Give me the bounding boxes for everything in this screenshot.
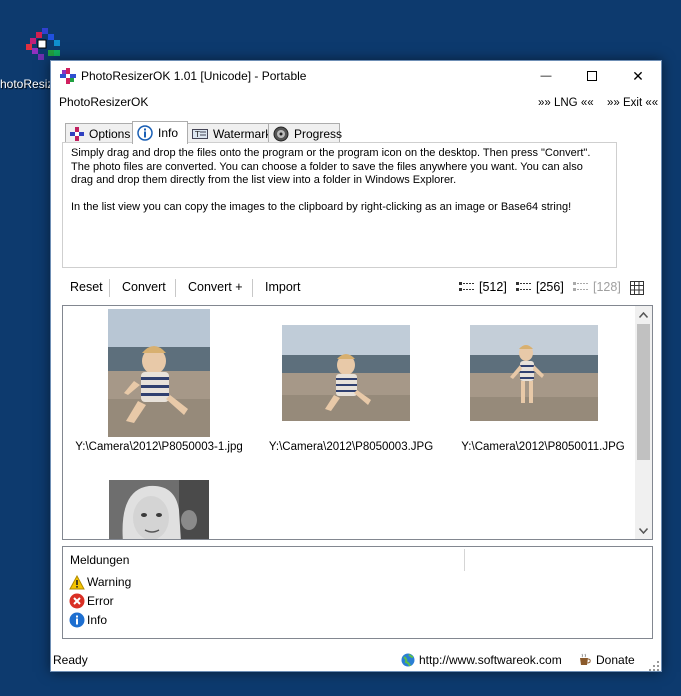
- tab-label: Watermark: [213, 127, 272, 141]
- messages-header: Meldungen: [70, 553, 130, 567]
- size-256-label: [256]: [536, 280, 564, 294]
- list-scrollbar[interactable]: [635, 306, 652, 539]
- photo-thumbnail: [282, 325, 410, 421]
- tab-label: Info: [158, 126, 179, 140]
- list-item[interactable]: Y:\Camera\2012\P8050003.JPG: [255, 306, 447, 476]
- app-icon: [60, 68, 76, 84]
- photo-thumbnail: [109, 480, 209, 539]
- messages-panel: Meldungen Warning Error Info: [62, 546, 653, 639]
- message-warning[interactable]: Warning: [69, 574, 131, 590]
- warning-label: Warning: [87, 575, 132, 589]
- resize-grip-icon[interactable]: [649, 661, 659, 671]
- toolbar-separator: [252, 279, 253, 297]
- toolbar-separator: [109, 279, 110, 297]
- tab-bar: Options Info T Watermark Progress: [65, 121, 343, 144]
- warning-icon: [69, 574, 85, 590]
- globe-icon: [401, 653, 415, 667]
- options-icon: [70, 126, 84, 142]
- reset-button[interactable]: Reset: [70, 280, 103, 294]
- window-title: PhotoResizerOK 1.01 [Unicode] - Portable: [81, 69, 307, 83]
- size-128-label: [128]: [593, 280, 621, 294]
- scroll-up-icon[interactable]: [635, 306, 652, 323]
- file-list-view[interactable]: Y:\Camera\2012\P8050003-1.jpg Y:\Camera\…: [62, 305, 653, 540]
- tab-watermark[interactable]: T Watermark: [187, 123, 272, 144]
- tab-options[interactable]: Options: [65, 123, 133, 144]
- photo-thumbnail: [108, 309, 210, 437]
- watermark-icon: T: [192, 126, 208, 142]
- import-button[interactable]: Import: [265, 280, 300, 294]
- info-label: Info: [87, 613, 108, 627]
- info-icon: [137, 125, 153, 141]
- tab-label: Options: [89, 127, 131, 141]
- tab-info[interactable]: Info: [132, 121, 188, 144]
- menu-app-name[interactable]: PhotoResizerOK: [59, 95, 148, 109]
- size-128-button[interactable]: [128]: [573, 280, 621, 294]
- thumbnail-size-icon: [516, 282, 531, 291]
- info-text: Simply drag and drop the files onto the …: [71, 147, 591, 213]
- file-name: Y:\Camera\2012\P8050003.JPG: [268, 441, 434, 453]
- maximize-button[interactable]: [569, 61, 615, 91]
- minimize-button[interactable]: —: [523, 61, 569, 91]
- list-item[interactable]: [63, 476, 255, 539]
- website-link[interactable]: http://www.softwareok.com: [401, 653, 562, 667]
- size-512-label: [512]: [479, 280, 507, 294]
- message-info[interactable]: Info: [69, 612, 107, 628]
- exit-menu[interactable]: »» Exit ««: [607, 97, 658, 109]
- info-icon: [69, 612, 85, 628]
- app-window: PhotoResizerOK 1.01 [Unicode] - Portable…: [50, 60, 662, 672]
- tab-progress[interactable]: Progress: [268, 123, 343, 144]
- donate-link[interactable]: Donate: [578, 653, 635, 667]
- close-icon: ✕: [632, 67, 644, 84]
- donate-label: Donate: [596, 653, 635, 667]
- header-separator: [464, 549, 465, 571]
- size-256-button[interactable]: [256]: [516, 280, 564, 294]
- menu-bar: PhotoResizerOK »» LNG «« »» Exit ««: [51, 91, 661, 113]
- grid-view-icon[interactable]: [630, 281, 644, 295]
- error-icon: [69, 593, 85, 609]
- list-item[interactable]: Y:\Camera\2012\P8050011.JPG: [447, 306, 639, 476]
- status-text: Ready: [53, 653, 88, 667]
- scroll-down-icon[interactable]: [635, 522, 652, 539]
- tab-label: Progress: [294, 127, 343, 141]
- photo-thumbnail: [470, 325, 598, 421]
- website-url: http://www.softwareok.com: [419, 653, 562, 667]
- size-512-button[interactable]: [512]: [459, 280, 507, 294]
- file-name: Y:\Camera\2012\P8050003-1.jpg: [75, 441, 243, 453]
- close-button[interactable]: ✕: [615, 61, 661, 91]
- progress-icon: [273, 126, 289, 142]
- language-menu[interactable]: »» LNG ««: [538, 97, 594, 109]
- desktop-icon-label: hotoResiz: [0, 77, 54, 91]
- error-label: Error: [87, 594, 114, 608]
- status-bar: Ready http://www.softwareok.com Donate: [51, 651, 661, 673]
- message-error[interactable]: Error: [69, 593, 114, 609]
- minimize-icon: —: [540, 70, 552, 82]
- svg-text:T: T: [194, 130, 200, 139]
- convert-button[interactable]: Convert: [122, 280, 166, 294]
- title-bar[interactable]: PhotoResizerOK 1.01 [Unicode] - Portable…: [51, 61, 661, 91]
- info-panel: Simply drag and drop the files onto the …: [62, 142, 617, 268]
- maximize-icon: [587, 71, 597, 81]
- coffee-icon: [580, 653, 591, 665]
- list-item[interactable]: Y:\Camera\2012\P8050003-1.jpg: [63, 306, 255, 476]
- thumbnail-size-icon: [459, 282, 474, 291]
- file-name: Y:\Camera\2012\P8050011.JPG: [461, 441, 625, 453]
- thumbnail-size-icon: [573, 282, 588, 291]
- toolbar-separator: [175, 279, 176, 297]
- scroll-thumb[interactable]: [637, 324, 650, 460]
- convert-plus-button[interactable]: Convert +: [188, 280, 243, 294]
- toolbar: Reset Convert Convert + Import [512] [25…: [51, 279, 661, 299]
